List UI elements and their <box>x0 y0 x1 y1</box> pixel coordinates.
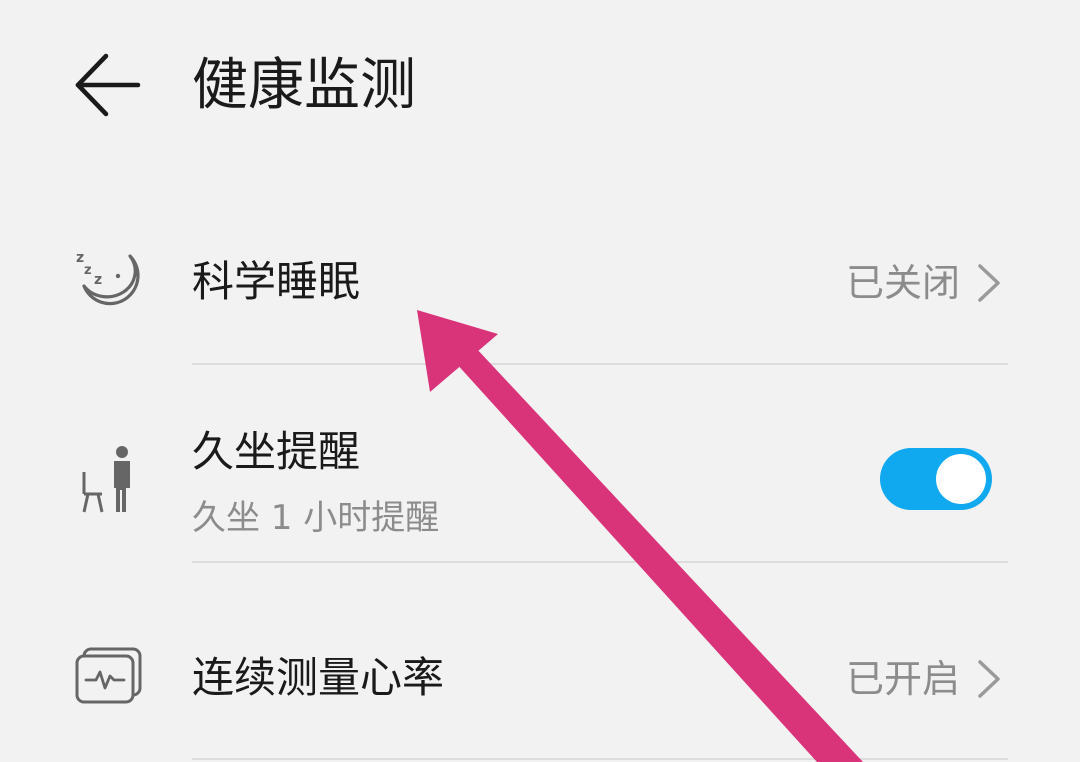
svg-text:z: z <box>84 263 92 278</box>
divider <box>192 561 1008 563</box>
setting-subtitle-sedentary: 久坐 1 小时提醒 <box>192 498 440 538</box>
setting-row-heart-rate[interactable]: 连续测量心率 已开启 <box>0 626 1080 736</box>
setting-label-heart-rate: 连续测量心率 <box>192 653 445 702</box>
arrow-left-icon <box>75 53 141 117</box>
svg-text:z: z <box>76 250 84 266</box>
svg-text:z: z <box>94 272 102 288</box>
divider <box>192 758 1008 760</box>
sedentary-toggle[interactable] <box>880 448 992 510</box>
chevron-right-icon <box>974 258 1004 308</box>
setting-row-sleep[interactable]: z z z 科学睡眠 已关闭 <box>0 230 1080 340</box>
chevron-right-icon <box>974 654 1004 704</box>
health-monitoring-page: 健康监测 z z z 科学睡眠 已关闭 久坐提醒 久坐 1 小时提醒 连续测量心… <box>0 0 1080 762</box>
sleep-moon-icon: z z z <box>72 240 144 312</box>
page-title: 健康监测 <box>192 53 416 118</box>
setting-label-sedentary: 久坐提醒 <box>192 427 361 476</box>
setting-label-sleep: 科学睡眠 <box>192 257 361 306</box>
back-button[interactable] <box>70 50 146 120</box>
divider <box>192 363 1008 365</box>
setting-status-heart-rate: 已开启 <box>845 657 960 701</box>
toggle-knob <box>936 454 986 504</box>
heart-rate-monitor-icon <box>74 646 144 706</box>
setting-status-sleep: 已关闭 <box>845 261 960 305</box>
person-sitting-icon <box>78 444 138 516</box>
